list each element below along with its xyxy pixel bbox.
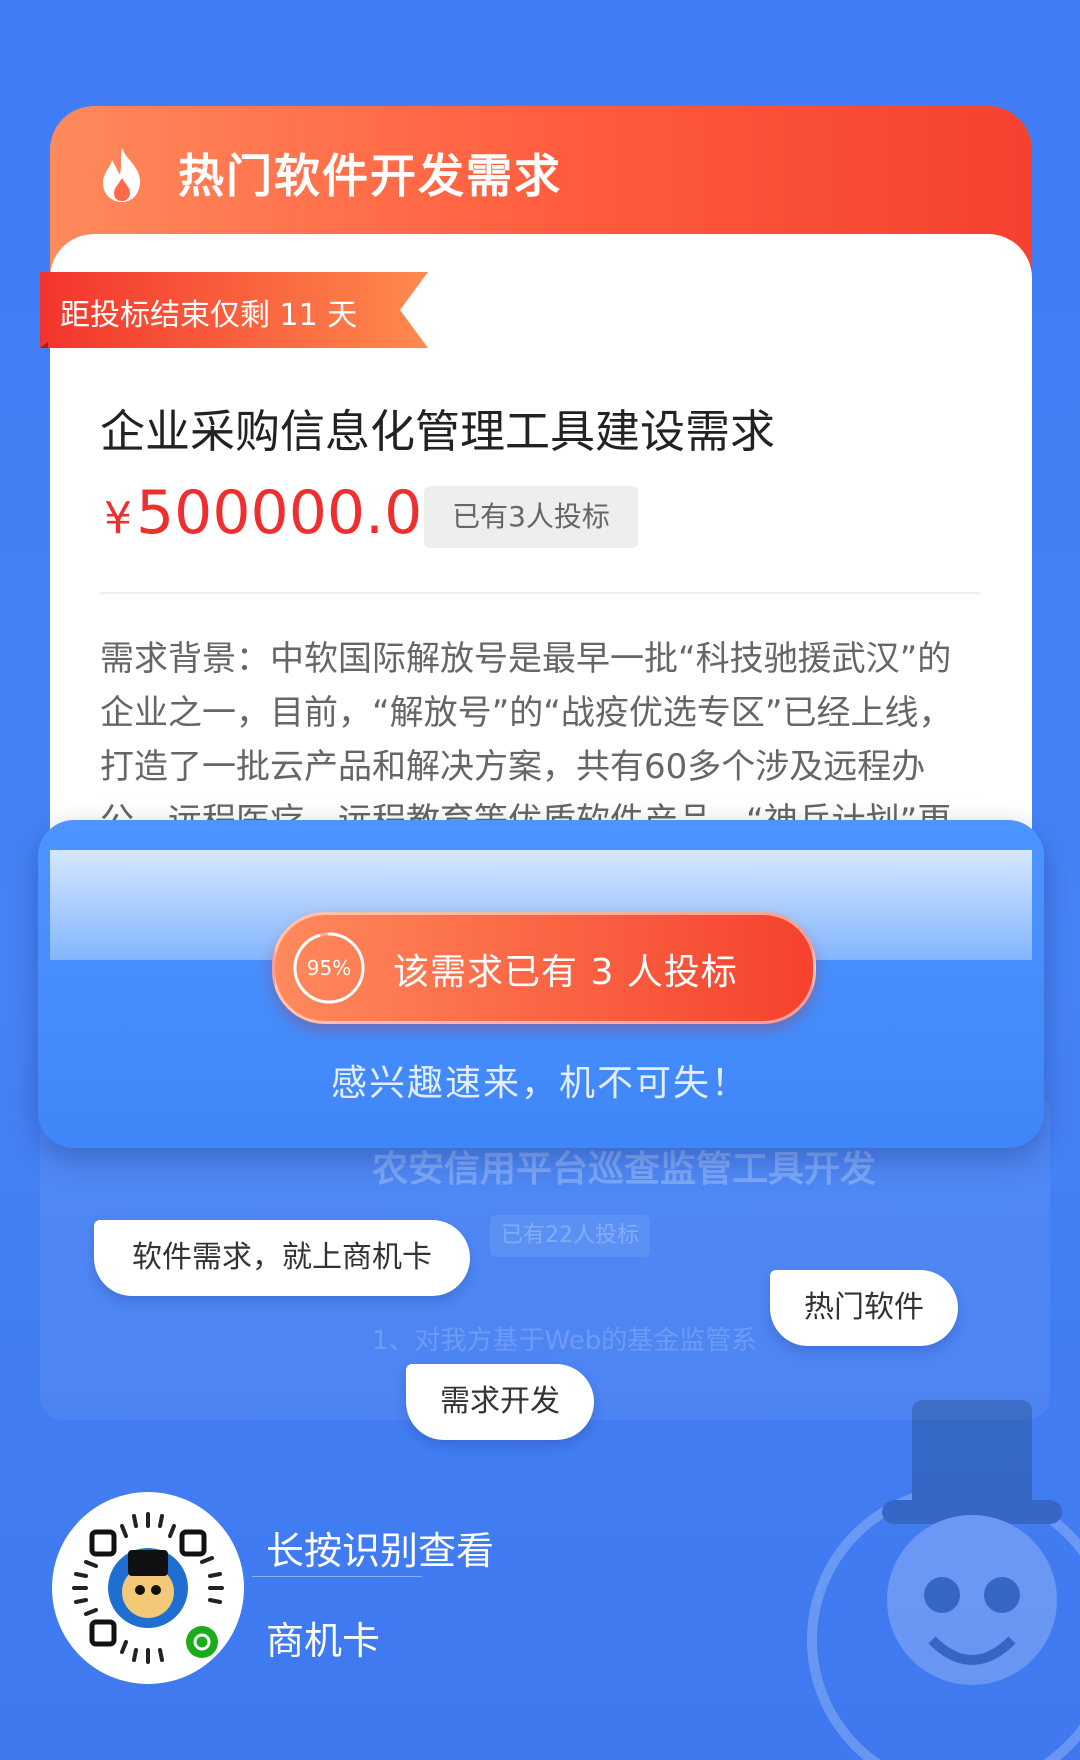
page: 农安信用平台巡查监管工具开发 已有22人投标 1、对我方基于Web的基金监管系 …: [0, 0, 1080, 1760]
countdown-text: 距投标结束仅剩 11 天: [60, 298, 358, 333]
mini-program-code-icon: [72, 1512, 224, 1664]
tag-hot-software[interactable]: 热门软件: [770, 1270, 958, 1346]
card-header-title: 热门软件开发需求: [178, 149, 562, 203]
price-currency: ¥: [104, 493, 132, 544]
price: ¥500000.0: [104, 478, 422, 554]
footer-brand: 商机卡: [266, 1619, 381, 1663]
divider: [100, 592, 980, 594]
footer-instruction: 长按识别查看: [266, 1529, 495, 1573]
progress-label: 该需求已有 3 人投标: [393, 952, 738, 993]
bid-count-badge: 已有3人投标: [424, 486, 638, 548]
countdown-ribbon: 距投标结束仅剩 11 天: [40, 272, 428, 348]
background-card-line: 1、对我方基于Web的基金监管系: [372, 1326, 758, 1356]
tag-software-demand[interactable]: 软件需求，就上商机卡: [94, 1220, 470, 1296]
progress-percent: 95%: [306, 956, 352, 980]
mascot-watermark-icon: [807, 1400, 1080, 1760]
price-value: 500000.0: [136, 478, 423, 548]
background-card-badge: 已有22人投标: [490, 1215, 650, 1257]
qr-code[interactable]: [52, 1492, 244, 1684]
cta-text: 感兴趣速来，机不可失！: [330, 1063, 749, 1104]
tag-demand-dev[interactable]: 需求开发: [406, 1364, 594, 1440]
footer-divider: [252, 1576, 422, 1577]
demand-title: 企业采购信息化管理工具建设需求: [100, 405, 776, 458]
card-header: 热门软件开发需求: [50, 106, 1032, 238]
fire-icon: [103, 148, 140, 202]
bid-progress-button[interactable]: 95% 该需求已有 3 人投标: [272, 912, 816, 1024]
